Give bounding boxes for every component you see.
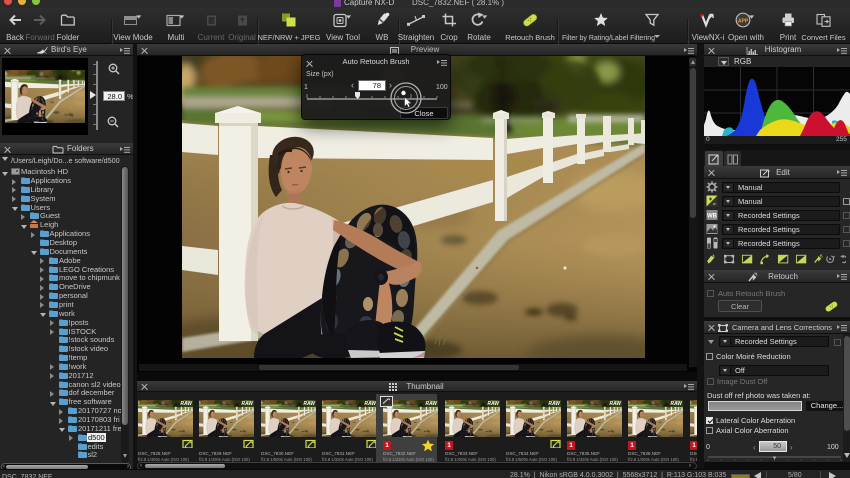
svg-text:APP: APP — [738, 19, 749, 25]
svg-text:WB: WB — [707, 214, 718, 220]
